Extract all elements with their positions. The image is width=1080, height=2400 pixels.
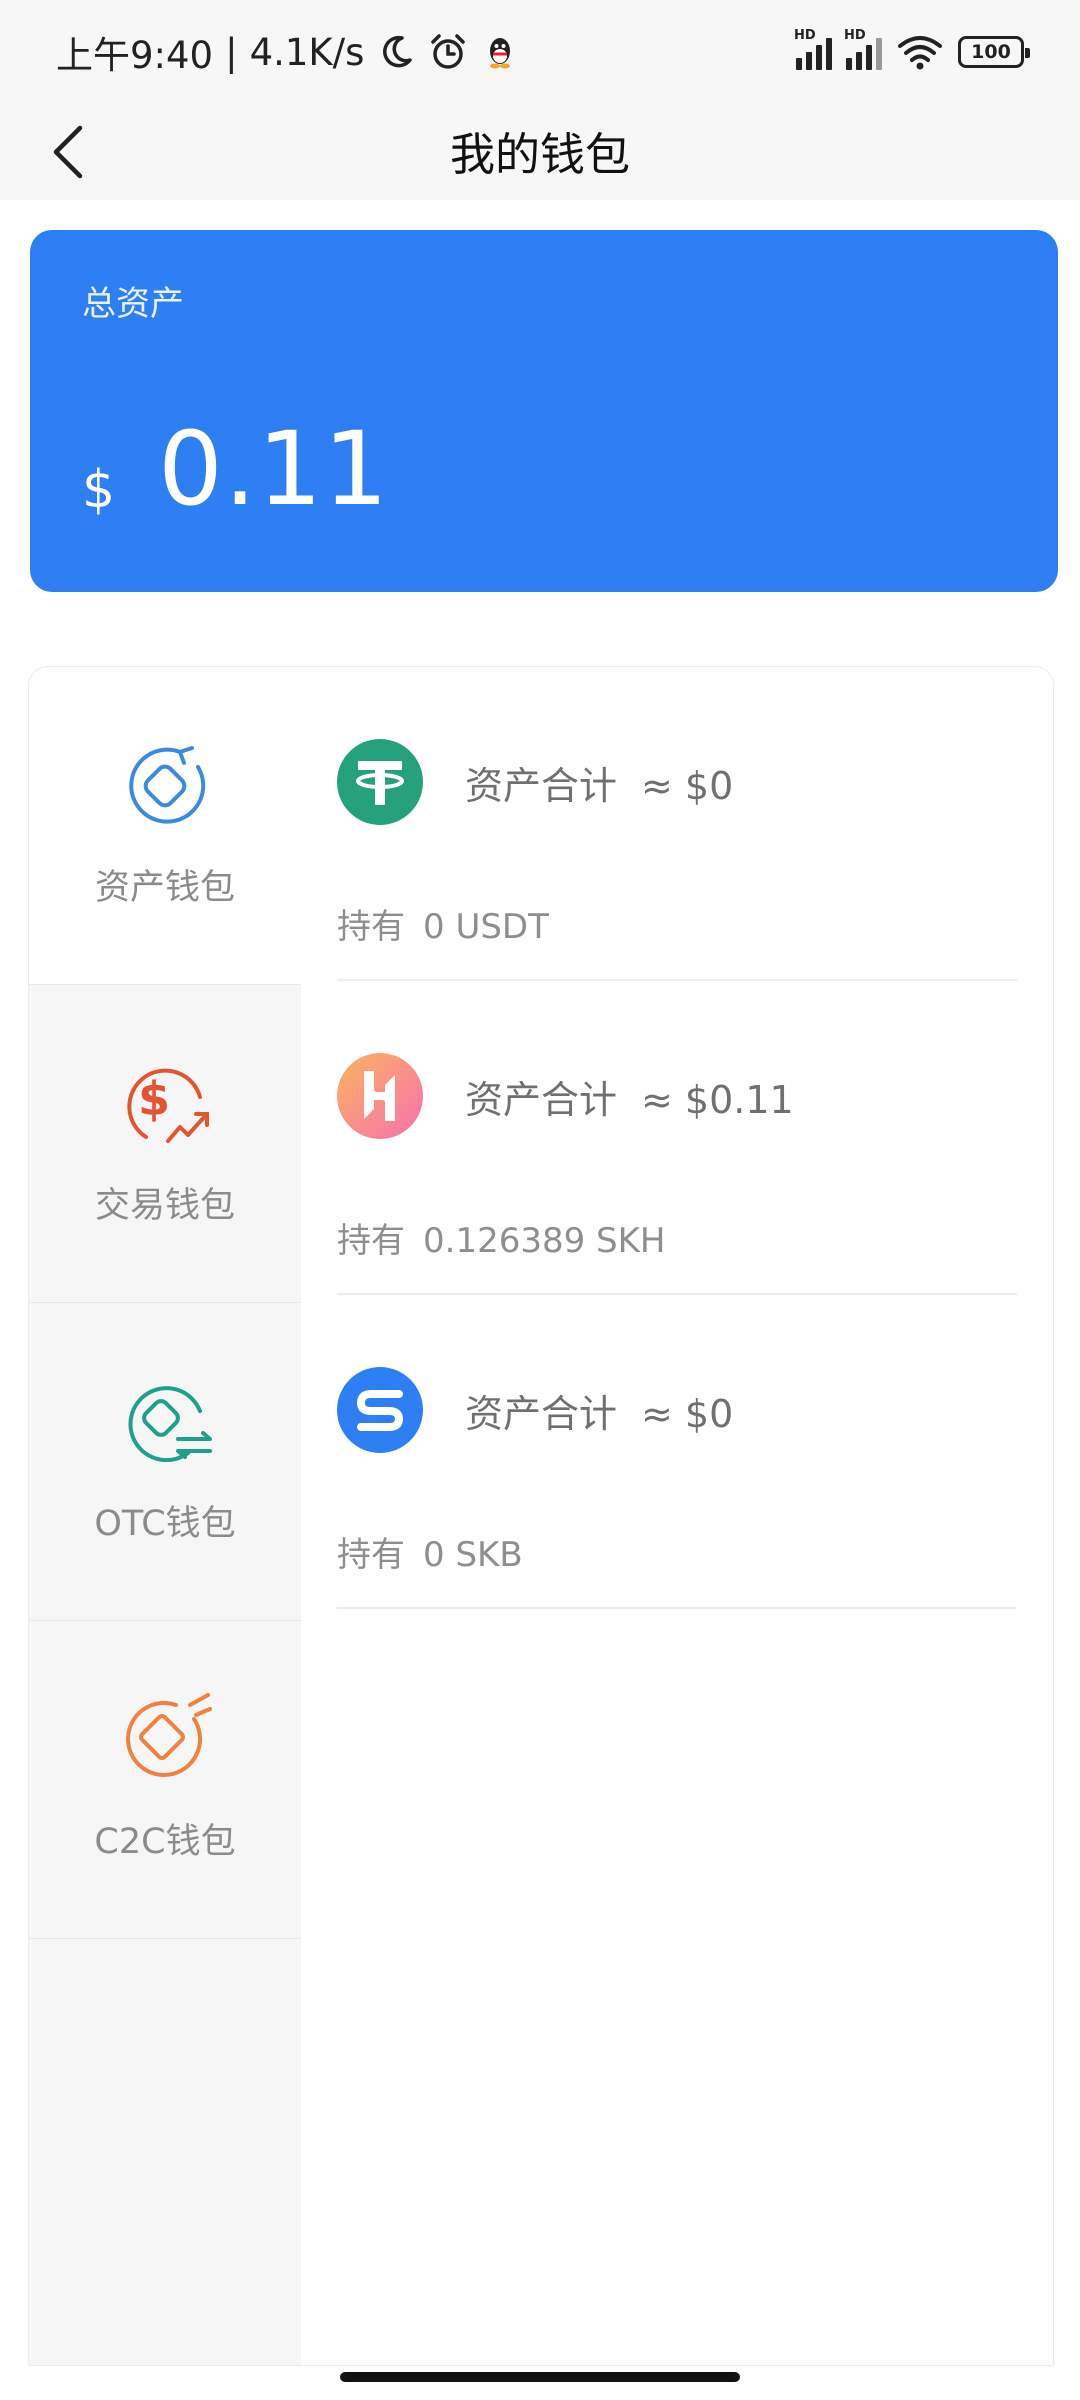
list-item[interactable]: 资产合计 ≈ $0.11 持有 0.126389 SKH [337,981,1017,1295]
sidebar-item-label: 交易钱包 [94,1186,235,1226]
skh-coin-icon [337,1053,423,1139]
alarm-icon [431,34,466,69]
status-right: HD HD 100 [794,28,1030,74]
status-bar: 上午9:40 | 4.1K/s HD HD 100 [0,0,1080,100]
asset-total-value: ≈ $0.11 [641,1078,794,1122]
list-item[interactable]: 资产合计 ≈ $0 持有 0 USDT [337,667,1017,981]
wallet-panel: 资产钱包 $ 交易钱包 OTC钱包 C2C钱包 资产合计 ≈ $0 持有 0 U… [28,666,1054,2366]
holding-amount: 0 SKB [423,1535,523,1575]
sidebar-item-otc-wallet[interactable]: OTC钱包 [29,1303,301,1621]
holding-label: 持有 [337,907,405,947]
list-item[interactable]: 资产合计 ≈ $0 持有 0 SKB [337,1295,1017,1609]
holding-amount: 0 USDT [423,907,549,947]
asset-total: 资产合计 ≈ $0.11 [465,1069,794,1124]
nav-bar: 我的钱包 [0,100,1080,200]
asset-holding: 持有 0.126389 SKH [337,1213,665,1262]
otc-wallet-icon [128,1386,212,1463]
asset-total-label: 资产合计 [465,764,618,808]
total-asset-card: 总资产 $ 0.11 [30,230,1058,592]
holding-label: 持有 [337,1535,405,1575]
sidebar-item-label: 资产钱包 [94,868,235,908]
usdt-coin-icon [337,739,423,825]
status-time: 上午9:40 [56,34,214,77]
asset-total: 资产合计 ≈ $0 [465,755,733,810]
asset-total-value: ≈ $0 [641,764,734,808]
asset-total-label: 资产合计 [465,1392,618,1436]
sidebar-item-label: OTC钱包 [94,1504,236,1544]
network-speed: 4.1K/s [249,30,365,74]
total-asset-value: 0.11 [158,410,390,529]
asset-holding: 持有 0 SKB [337,1527,523,1576]
battery-icon: 100 [958,36,1030,68]
asset-wallet-icon [129,746,206,824]
wallet-sidebar: 资产钱包 $ 交易钱包 OTC钱包 C2C钱包 [29,667,301,2365]
holding-label: 持有 [337,1221,405,1261]
asset-total-label: 资产合计 [465,1078,618,1122]
wifi-icon [898,36,942,70]
home-indicator[interactable] [340,2372,740,2382]
svg-text:$: $ [138,1072,170,1126]
status-separator: | [225,30,238,74]
sidebar-item-asset-wallet[interactable]: 资产钱包 [29,667,301,985]
c2c-wallet-icon [126,1693,212,1777]
total-asset-label: 总资产 [82,284,184,324]
signal-hd-label: HD [844,28,866,43]
moon-icon [383,35,413,68]
sidebar-item-trade-wallet[interactable]: $ 交易钱包 [29,985,301,1303]
holding-amount: 0.126389 SKH [423,1221,666,1261]
signal-icon: HD [844,28,882,70]
trade-wallet-icon: $ [127,1068,209,1143]
asset-total: 资产合计 ≈ $0 [465,1383,733,1438]
currency-symbol: $ [82,460,116,520]
qq-icon [490,38,511,69]
asset-holding: 持有 0 USDT [337,899,549,948]
sidebar-item-c2c-wallet[interactable]: C2C钱包 [29,1621,301,1939]
asset-total-value: ≈ $0 [641,1392,734,1436]
skb-coin-icon [337,1367,423,1453]
signal-hd-label: HD [794,28,816,43]
status-left: 上午9:40 | 4.1K/s [56,28,520,77]
signal-icon: HD [794,28,832,70]
sidebar-item-label: C2C钱包 [94,1822,236,1862]
page-title: 我的钱包 [449,128,630,181]
